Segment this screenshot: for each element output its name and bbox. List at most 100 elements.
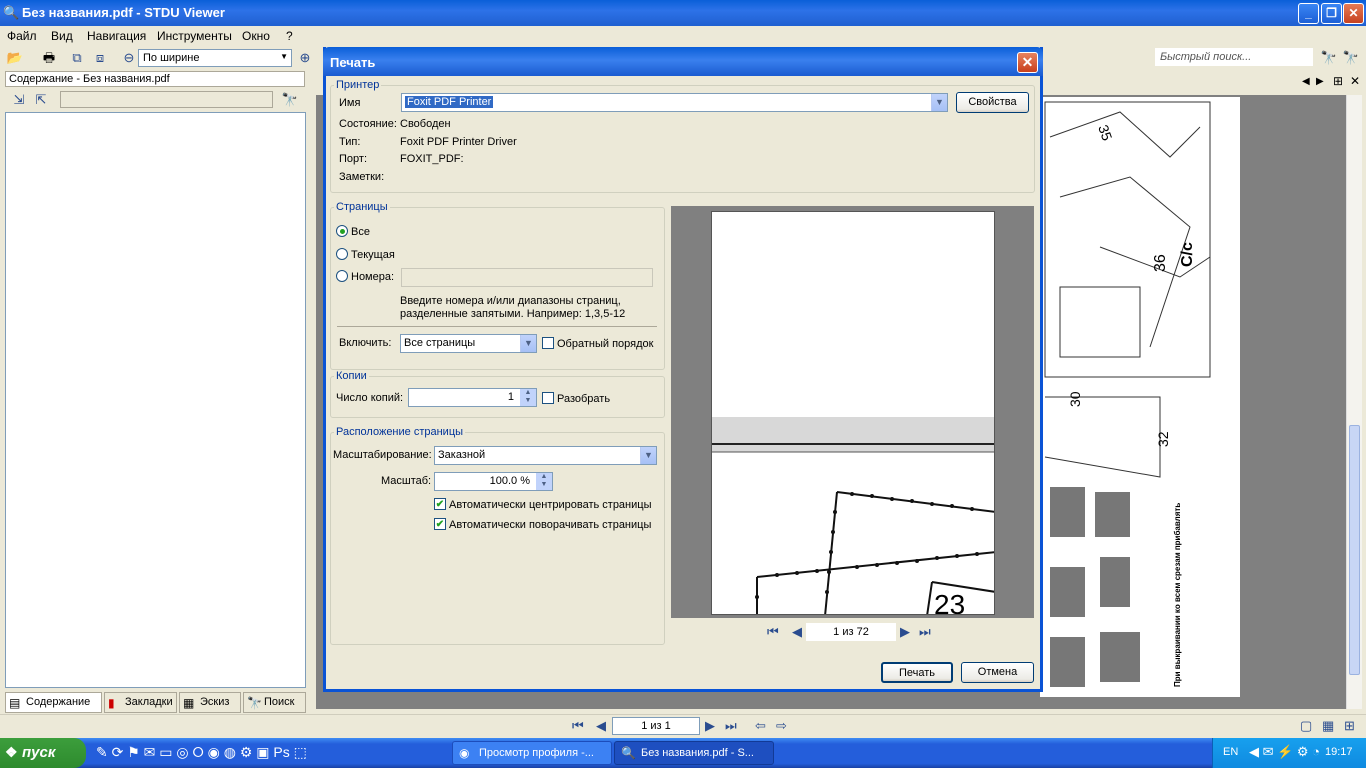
zoom-mode-select[interactable]: По ширине ▼	[138, 49, 292, 67]
start-label: пуск	[22, 744, 56, 761]
tab-thumbnails[interactable]: ▦ Эскиз	[179, 692, 241, 713]
chrome-icon: ◉	[459, 746, 470, 760]
preview-next-page-icon[interactable]: ▶	[900, 624, 910, 640]
page-numbers-input[interactable]	[401, 268, 653, 287]
reverse-order-label: Обратный порядок	[557, 338, 654, 350]
contents-search-input[interactable]	[60, 91, 273, 108]
system-tray: EN ◀ ✉ ⚡ ⚙ ◔ 19:17	[1212, 738, 1366, 768]
collate-checkbox[interactable]	[542, 392, 554, 404]
print-button[interactable]: Печать	[881, 662, 953, 683]
next-tab-icon[interactable]: ▶	[1316, 76, 1324, 87]
print-dialog-title[interactable]: Печать	[323, 47, 1043, 76]
contents-tree[interactable]	[5, 112, 306, 688]
scale-label: Масштаб:	[381, 475, 432, 487]
tab-list-icon[interactable]: ⊞	[1333, 74, 1343, 88]
spinner-icon[interactable]: ▲ ▼	[536, 473, 552, 490]
prev-page-icon[interactable]: ◀	[596, 718, 606, 734]
close-button[interactable]: ✕	[1343, 3, 1364, 24]
preview-last-page-icon[interactable]: ⏭	[919, 624, 931, 640]
restore-button[interactable]: ❐	[1321, 3, 1342, 24]
all-pages-radio[interactable]	[336, 225, 348, 237]
pages-group-title: Страницы	[334, 201, 390, 213]
single-page-view-icon[interactable]: ▢	[1300, 718, 1312, 734]
two-page-view-icon[interactable]: ▦	[1322, 718, 1334, 734]
tab-search[interactable]: 🔭 Поиск	[243, 692, 306, 713]
pages-divider	[337, 326, 657, 327]
bookmark-icon: ▮	[108, 696, 115, 710]
menu-bar: Файл Вид Навигация Инструменты Окно ?	[0, 26, 1366, 46]
preview-first-page-icon[interactable]: ⏮	[767, 624, 779, 640]
close-doc-icon[interactable]: ✕	[1350, 74, 1360, 88]
binoculars-next-icon[interactable]: 🔭	[1342, 49, 1360, 67]
printer-type-value: Foxit PDF Printer Driver	[400, 136, 517, 148]
printer-name-select[interactable]: Foxit PDF Printer ▼	[401, 93, 948, 112]
current-page-radio[interactable]	[336, 248, 348, 260]
scaling-label: Масштабирование:	[333, 449, 432, 461]
menu-view[interactable]: Вид	[51, 29, 73, 43]
window-title: Без названия.pdf - STDU Viewer	[22, 5, 225, 20]
auto-rotate-label: Автоматически поворачивать страницы	[449, 519, 652, 531]
menu-file[interactable]: Файл	[7, 29, 37, 43]
first-page-icon[interactable]: ⏮	[572, 718, 584, 734]
zoom-in-icon[interactable]: ⊕	[296, 49, 314, 67]
next-page-icon[interactable]: ▶	[705, 718, 715, 734]
forward-icon[interactable]: ⇨	[776, 718, 787, 734]
window-titlebar[interactable]: 🔍 Без названия.pdf - STDU Viewer _ ❐ ✕	[0, 0, 1366, 26]
tab-contents[interactable]: ▤ Содержание	[5, 692, 102, 713]
back-icon[interactable]: ⇦	[755, 718, 766, 734]
open-folder-icon[interactable]: 📂	[6, 49, 24, 67]
printer-port-label: Порт:	[339, 153, 367, 165]
quick-launch-icons[interactable]: ✎ ⟳ ⚑ ✉ ▭ ◎ ⭘ ◉ ◍ ⚙ ▣ Ps ⬚	[96, 744, 307, 761]
page-layout-group-title: Расположение страницы	[334, 426, 466, 438]
scroll-thumb[interactable]	[1349, 425, 1360, 675]
windows-logo-icon: ❖	[5, 744, 18, 760]
preview-page-indicator[interactable]: 1 из 72	[806, 623, 896, 641]
reverse-order-checkbox[interactable]	[542, 337, 554, 349]
auto-center-checkbox[interactable]: ✔	[434, 498, 446, 510]
grid-view-icon[interactable]: ⊞	[1344, 718, 1355, 734]
start-button[interactable]: ❖ пуск	[0, 738, 86, 768]
quick-search-input[interactable]: Быстрый поиск...	[1155, 48, 1313, 66]
include-select[interactable]: Все страницы ▼	[400, 334, 537, 353]
language-indicator[interactable]: EN	[1223, 746, 1238, 758]
binoculars-icon[interactable]: 🔭	[1320, 49, 1338, 67]
cancel-button[interactable]: Отмена	[961, 662, 1034, 683]
taskbar-item-profile[interactable]: ◉ Просмотр профиля -...	[452, 741, 612, 765]
taskbar-item-stdu[interactable]: 🔍 Без названия.pdf - S...	[614, 741, 774, 765]
prev-tab-icon[interactable]: ◀	[1302, 76, 1310, 87]
scaling-select[interactable]: Заказной ▼	[434, 446, 657, 465]
expand-icon[interactable]: ⇲	[10, 91, 28, 109]
menu-window[interactable]: Окно	[242, 29, 270, 43]
printer-notes-label: Заметки:	[339, 171, 385, 183]
search-binoculars-icon[interactable]: 🔭	[281, 91, 299, 109]
printer-port-value: FOXIT_PDF:	[400, 153, 464, 165]
print-icon[interactable]: 🖶	[40, 49, 58, 67]
copies-count-input[interactable]: 1 ▲ ▼	[408, 388, 537, 407]
scaling-value: Заказной	[438, 449, 486, 461]
menu-help[interactable]: ?	[286, 29, 293, 43]
fit-page-icon[interactable]: ⧉	[68, 49, 86, 67]
tab-bookmarks[interactable]: ▮ Закладки	[104, 692, 177, 713]
minimize-button[interactable]: _	[1298, 3, 1319, 24]
vertical-scrollbar[interactable]	[1346, 95, 1362, 709]
menu-tools[interactable]: Инструменты	[157, 29, 232, 43]
tray-icons[interactable]: ◀ ✉ ⚡ ⚙ ◔	[1249, 744, 1320, 760]
page-indicator[interactable]: 1 из 1	[612, 717, 700, 735]
pattern-number-32: 32	[1155, 431, 1171, 447]
preview-prev-page-icon[interactable]: ◀	[792, 624, 802, 640]
properties-button[interactable]: Свойства	[956, 92, 1029, 113]
collapse-icon[interactable]: ⇱	[32, 91, 50, 109]
zoom-out-icon[interactable]: ⊖	[120, 49, 138, 67]
chevron-down-icon: ▼	[931, 94, 947, 111]
last-page-icon[interactable]: ⏭	[725, 718, 737, 734]
pattern-number-36: 36	[1152, 254, 1169, 272]
include-label: Включить:	[339, 337, 392, 349]
dialog-close-button[interactable]: ✕	[1017, 52, 1038, 73]
menu-navigation[interactable]: Навигация	[87, 29, 146, 43]
page-numbers-radio[interactable]	[336, 270, 348, 282]
fit-width-icon[interactable]: ⧈	[91, 49, 109, 67]
auto-rotate-checkbox[interactable]: ✔	[434, 518, 446, 530]
spinner-icon[interactable]: ▲ ▼	[520, 389, 536, 406]
left-panel-tabs: ▤ Содержание ▮ Закладки ▦ Эскиз 🔭 Поиск	[5, 692, 306, 714]
scale-input[interactable]: 100.0 % ▲ ▼	[434, 472, 553, 491]
